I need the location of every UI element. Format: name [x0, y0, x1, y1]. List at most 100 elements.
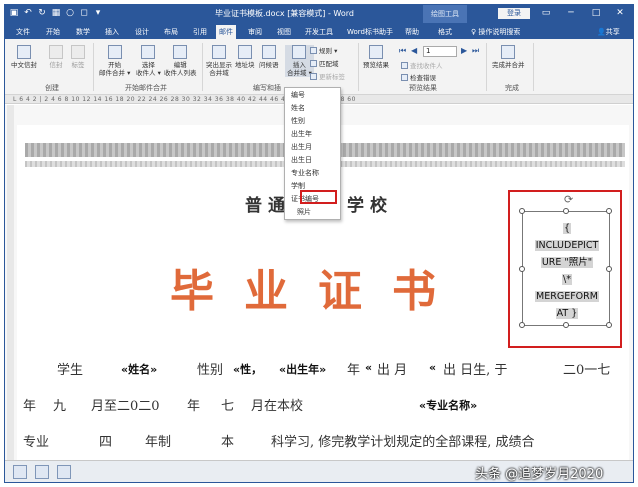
school-name-right: 学校: [347, 196, 393, 216]
edit-recipient-list-button[interactable]: 编辑 收件人列表: [164, 45, 197, 77]
start-mail-merge-button[interactable]: 开始 邮件合并 ▾: [99, 45, 130, 77]
window-title: 毕业证书模板.docx [兼容模式] - Word: [215, 9, 354, 18]
tab-mailings[interactable]: 邮件: [216, 25, 236, 39]
field-code-line: {: [562, 223, 572, 234]
close-icon[interactable]: ✕: [609, 6, 631, 21]
tab-file[interactable]: 文件: [13, 25, 33, 39]
word-app-icon[interactable]: [35, 465, 49, 479]
text-out-month: 出 月: [377, 363, 408, 378]
start-icon[interactable]: [13, 465, 27, 479]
preview-results-button[interactable]: 预览结果: [363, 45, 389, 69]
ribbon-display-icon[interactable]: ▭: [535, 6, 557, 21]
menu-item-major[interactable]: 专业名称: [291, 168, 339, 179]
watermark-text: 头条 @追梦岁月2020: [475, 467, 604, 482]
shape-icon[interactable]: ◻: [79, 7, 89, 19]
first-record-icon[interactable]: ⏮: [399, 46, 406, 56]
menu-item-photo[interactable]: 照片: [297, 207, 342, 218]
address-block-button[interactable]: 地址块: [235, 45, 255, 69]
label-icon: [71, 45, 85, 59]
finish-icon: [501, 45, 516, 59]
tab-math[interactable]: 数学: [73, 25, 93, 39]
chinese-envelope-button[interactable]: 中文信封: [11, 45, 37, 69]
match-icon: [310, 60, 317, 67]
menu-item-gender[interactable]: 性别: [291, 116, 339, 127]
finish-merge-button[interactable]: 完成并合并: [492, 45, 525, 69]
merge-field-major[interactable]: «专业名称»: [419, 397, 477, 413]
maximize-icon[interactable]: □: [585, 6, 607, 21]
resize-handle[interactable]: [606, 266, 612, 272]
text-year-2: 年: [187, 399, 201, 414]
rules-button[interactable]: 规则 ▾: [310, 45, 337, 55]
field-code-text[interactable]: { INCLUDEPICT URE "照片" \* MERGEFORM AT }: [529, 220, 605, 322]
envelope-icon: [49, 45, 63, 59]
check-errors-button[interactable]: 检查错误: [401, 72, 436, 82]
search-box[interactable]: ♀ 操作说明搜索: [471, 25, 520, 39]
tab-design[interactable]: 设计: [132, 25, 152, 39]
resize-handle[interactable]: [606, 322, 612, 328]
redo-icon[interactable]: ↻: [37, 7, 47, 19]
resize-handle[interactable]: [606, 208, 612, 214]
edit-list-icon: [173, 45, 188, 59]
tab-references[interactable]: 引用: [190, 25, 210, 39]
resize-handle[interactable]: [563, 322, 569, 328]
tab-layout[interactable]: 布局: [161, 25, 181, 39]
tab-view[interactable]: 视图: [274, 25, 294, 39]
signin-button[interactable]: 登录: [498, 8, 530, 19]
circle-icon[interactable]: ○: [65, 7, 75, 19]
tab-help[interactable]: 帮助: [402, 25, 422, 39]
share-button[interactable]: 👤共享: [597, 25, 620, 39]
tab-word-assistant[interactable]: Word标书助手: [344, 25, 396, 39]
menu-item-number[interactable]: 编号: [291, 90, 339, 101]
address-icon: [237, 45, 252, 59]
ribbon-separator: [202, 43, 203, 91]
vertical-ruler[interactable]: [7, 105, 14, 460]
resize-handle[interactable]: [563, 208, 569, 214]
last-record-icon[interactable]: ⏭: [472, 46, 479, 56]
tab-review[interactable]: 审阅: [245, 25, 265, 39]
recipients-icon: [141, 45, 156, 59]
field-code-line: \*: [562, 274, 572, 285]
merge-field-open-1[interactable]: «: [365, 361, 372, 374]
find-icon: [401, 62, 408, 69]
greeting-line-button[interactable]: 问候语: [259, 45, 279, 69]
find-recipient-button[interactable]: 查找收件人: [401, 60, 443, 70]
record-number-input[interactable]: 1: [423, 46, 457, 57]
envelope-button[interactable]: 信封: [49, 45, 63, 69]
select-recipients-button[interactable]: 选择 收件人 ▾: [136, 45, 161, 77]
explorer-icon[interactable]: [57, 465, 71, 479]
ribbon-tabs: 文件 开始 数学 插入 设计 布局 引用 邮件 审阅 视图 开发工具 Word标…: [5, 23, 633, 39]
update-labels-button[interactable]: 更新标签: [310, 71, 345, 81]
labels-button[interactable]: 标签: [71, 45, 85, 69]
group-label-write-insert: 编写和插: [253, 84, 281, 92]
merge-field-icon: [292, 45, 307, 59]
highlight-merge-fields-button[interactable]: 突出显示 合并域: [206, 45, 232, 77]
chevron-down-icon[interactable]: ▾: [93, 7, 103, 19]
save-icon[interactable]: ▣: [9, 7, 19, 19]
merge-field-birth-year[interactable]: «出生年»: [279, 361, 326, 377]
merge-field-name[interactable]: «姓名»: [121, 361, 157, 377]
tab-format[interactable]: 格式: [435, 25, 455, 39]
rotate-handle-icon[interactable]: ⟳: [564, 193, 573, 206]
menu-item-birth-day[interactable]: 出生日: [291, 155, 339, 166]
minimize-icon[interactable]: ─: [560, 6, 582, 21]
next-record-icon[interactable]: ▶: [461, 46, 467, 55]
tab-insert[interactable]: 插入: [102, 25, 122, 39]
menu-item-name[interactable]: 姓名: [291, 103, 339, 114]
undo-icon[interactable]: ↶: [23, 7, 33, 19]
certificate-title: 毕业证书: [170, 266, 466, 317]
photo-textbox[interactable]: { INCLUDEPICT URE "照片" \* MERGEFORM AT }: [519, 208, 612, 328]
text-out-day: 出 日生, 于: [443, 363, 508, 378]
prev-record-icon[interactable]: ◀: [411, 46, 417, 55]
match-fields-button[interactable]: 匹配域: [310, 58, 339, 68]
tab-developer[interactable]: 开发工具: [302, 25, 336, 39]
resize-handle[interactable]: [519, 266, 525, 272]
merge-field-open-2[interactable]: «: [429, 361, 436, 374]
resize-handle[interactable]: [519, 322, 525, 328]
envelope-icon: [17, 45, 31, 59]
table-icon[interactable]: ▦: [51, 7, 61, 19]
menu-item-birth-year[interactable]: 出生年: [291, 129, 339, 140]
merge-field-gender[interactable]: «性，: [233, 361, 262, 377]
resize-handle[interactable]: [519, 208, 525, 214]
menu-item-birth-month[interactable]: 出生月: [291, 142, 339, 153]
tab-home[interactable]: 开始: [43, 25, 63, 39]
